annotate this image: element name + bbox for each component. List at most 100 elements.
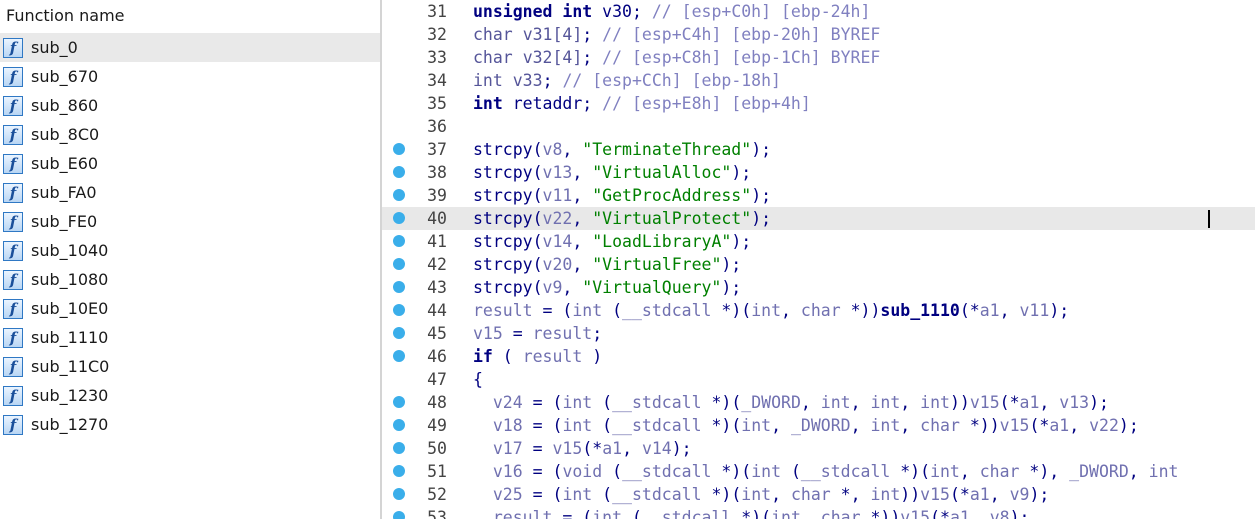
line-number: 38	[427, 163, 447, 182]
code-token: int	[870, 416, 901, 435]
code-token: );	[671, 439, 692, 458]
function-list-item[interactable]: f sub_0	[0, 33, 380, 62]
function-name-label: sub_FE0	[31, 212, 98, 231]
function-list-item[interactable]: f sub_FE0	[0, 207, 380, 236]
code-text: result = (int (__stdcall *)(int, char *)…	[473, 299, 1069, 322]
code-line[interactable]: 32 char v31[4]; // [esp+C4h] [ebp-20h] BY…	[382, 23, 1255, 46]
code-token: = (	[522, 462, 563, 481]
code-token: *))	[860, 508, 901, 519]
code-line[interactable]: 52 v25 = (int (__stdcall *)(int, char *,…	[382, 483, 1255, 506]
function-icon: f	[3, 240, 23, 261]
code-line[interactable]: 37 strcpy(v8, "TerminateThread");	[382, 138, 1255, 161]
code-token: );	[721, 255, 742, 274]
code-token: __stdcall	[612, 416, 702, 435]
function-list-item[interactable]: f sub_FA0	[0, 178, 380, 207]
function-list-item[interactable]: f sub_1270	[0, 410, 380, 439]
code-line[interactable]: 48 v24 = (int (__stdcall *)(_DWORD, int,…	[382, 391, 1255, 414]
code-token: strcpy	[473, 140, 533, 159]
code-line[interactable]: 41 strcpy(v14, "LoadLibraryA");	[382, 230, 1255, 253]
code-token: (*	[582, 439, 603, 458]
function-list-item[interactable]: f sub_1110	[0, 323, 380, 352]
code-token: (	[532, 255, 543, 274]
code-token: ;	[582, 48, 593, 67]
code-line[interactable]: 40 strcpy(v22, "VirtualProtect");	[382, 207, 1255, 230]
code-token: v17	[492, 439, 523, 458]
code-line[interactable]: 34 int v33; // [esp+CCh] [ebp-18h]	[382, 69, 1255, 92]
code-token: ,	[572, 163, 593, 182]
code-token: char	[979, 462, 1020, 481]
code-token: result	[473, 301, 533, 320]
code-token: ))	[900, 485, 921, 504]
code-token: (	[592, 485, 613, 504]
function-list-item[interactable]: f sub_8C0	[0, 120, 380, 149]
function-list-item[interactable]: f sub_E60	[0, 149, 380, 178]
code-token: ,	[850, 416, 871, 435]
function-list-item[interactable]: f sub_10E0	[0, 294, 380, 323]
function-list-item[interactable]: f sub_860	[0, 91, 380, 120]
function-list-item[interactable]: f sub_1080	[0, 265, 380, 294]
code-line[interactable]: 38 strcpy(v13, "VirtualAlloc");	[382, 161, 1255, 184]
code-token: );	[731, 163, 752, 182]
code-token: "VirtualAlloc"	[592, 163, 732, 182]
function-list-item[interactable]: f sub_11C0	[0, 352, 380, 381]
functions-panel: Function name f sub_0 f sub_670 f sub_860 f sub…	[0, 0, 380, 519]
code-line[interactable]: 51 v16 = (void (__stdcall *)(int (__stdc…	[382, 460, 1255, 483]
code-token: v9	[1009, 485, 1030, 504]
code-token: = (	[522, 393, 563, 412]
code-text: strcpy(v20, "VirtualFree");	[473, 253, 741, 276]
code-token: *)(	[701, 393, 742, 412]
function-icon: f	[3, 385, 23, 406]
code-token: a1	[979, 301, 1000, 320]
code-token: ,	[622, 439, 642, 458]
code-token: v15	[900, 508, 931, 519]
line-number: 49	[427, 416, 447, 435]
line-number: 42	[427, 255, 447, 274]
code-token: ,	[989, 485, 1010, 504]
code-line[interactable]: 49 v18 = (int (__stdcall *)(int, _DWORD,…	[382, 414, 1255, 437]
code-line[interactable]: 45 v15 = result;	[382, 322, 1255, 345]
code-token: int	[473, 71, 503, 90]
function-name-label: sub_670	[31, 67, 99, 86]
text-caret	[1208, 210, 1210, 228]
code-line[interactable]: 33 char v32[4]; // [esp+C8h] [ebp-1Ch] BY…	[382, 46, 1255, 69]
code-line[interactable]: 43 strcpy(v9, "VirtualQuery");	[382, 276, 1255, 299]
code-line[interactable]: 31 unsigned int v30; // [esp+C0h] [ebp-24…	[382, 0, 1255, 23]
code-token: (	[532, 163, 543, 182]
code-token: v22	[542, 209, 573, 228]
code-token: ,	[800, 508, 821, 519]
pseudocode-view[interactable]: 31 unsigned int v30; // [esp+C0h] [ebp-24…	[382, 0, 1255, 519]
function-name-label: sub_1040	[31, 241, 109, 260]
line-number: 45	[427, 324, 447, 343]
code-token: (	[622, 508, 642, 519]
code-line[interactable]: 44 result = (int (__stdcall *)(int, char …	[382, 299, 1255, 322]
functions-column-header[interactable]: Function name	[0, 0, 380, 31]
code-line[interactable]: 46 if ( result )	[382, 345, 1255, 368]
code-token: "GetProcAddress"	[592, 186, 752, 205]
code-token: (	[592, 393, 613, 412]
code-line[interactable]: 42 strcpy(v20, "VirtualFree");	[382, 253, 1255, 276]
code-text: strcpy(v13, "VirtualAlloc");	[473, 161, 751, 184]
function-list-item[interactable]: f sub_1040	[0, 236, 380, 265]
code-line[interactable]: 39 strcpy(v11, "GetProcAddress");	[382, 184, 1255, 207]
code-token: (*	[949, 485, 970, 504]
code-token: (	[532, 232, 543, 251]
code-token: v11	[542, 186, 573, 205]
code-line[interactable]: 53 result = (int (__stdcall *)(int, char…	[382, 506, 1255, 519]
code-line[interactable]: 36	[382, 115, 1255, 138]
code-token: __stdcall	[622, 462, 712, 481]
code-token: // [esp+C0h] [ebp-24h]	[651, 2, 871, 21]
code-line[interactable]: 47 {	[382, 368, 1255, 391]
function-list-item[interactable]: f sub_670	[0, 62, 380, 91]
code-line[interactable]: 50 v17 = v15(*a1, v14);	[382, 437, 1255, 460]
code-token: int	[751, 462, 782, 481]
code-token: int	[572, 301, 603, 320]
function-list-item[interactable]: f sub_1230	[0, 381, 380, 410]
code-token: (*	[1029, 416, 1050, 435]
code-token: (	[592, 416, 613, 435]
code-token: v18	[492, 416, 523, 435]
line-number: 47	[427, 370, 447, 389]
code-token: int	[751, 301, 782, 320]
code-line[interactable]: 35 int retaddr; // [esp+E8h] [ebp+4h]	[382, 92, 1255, 115]
